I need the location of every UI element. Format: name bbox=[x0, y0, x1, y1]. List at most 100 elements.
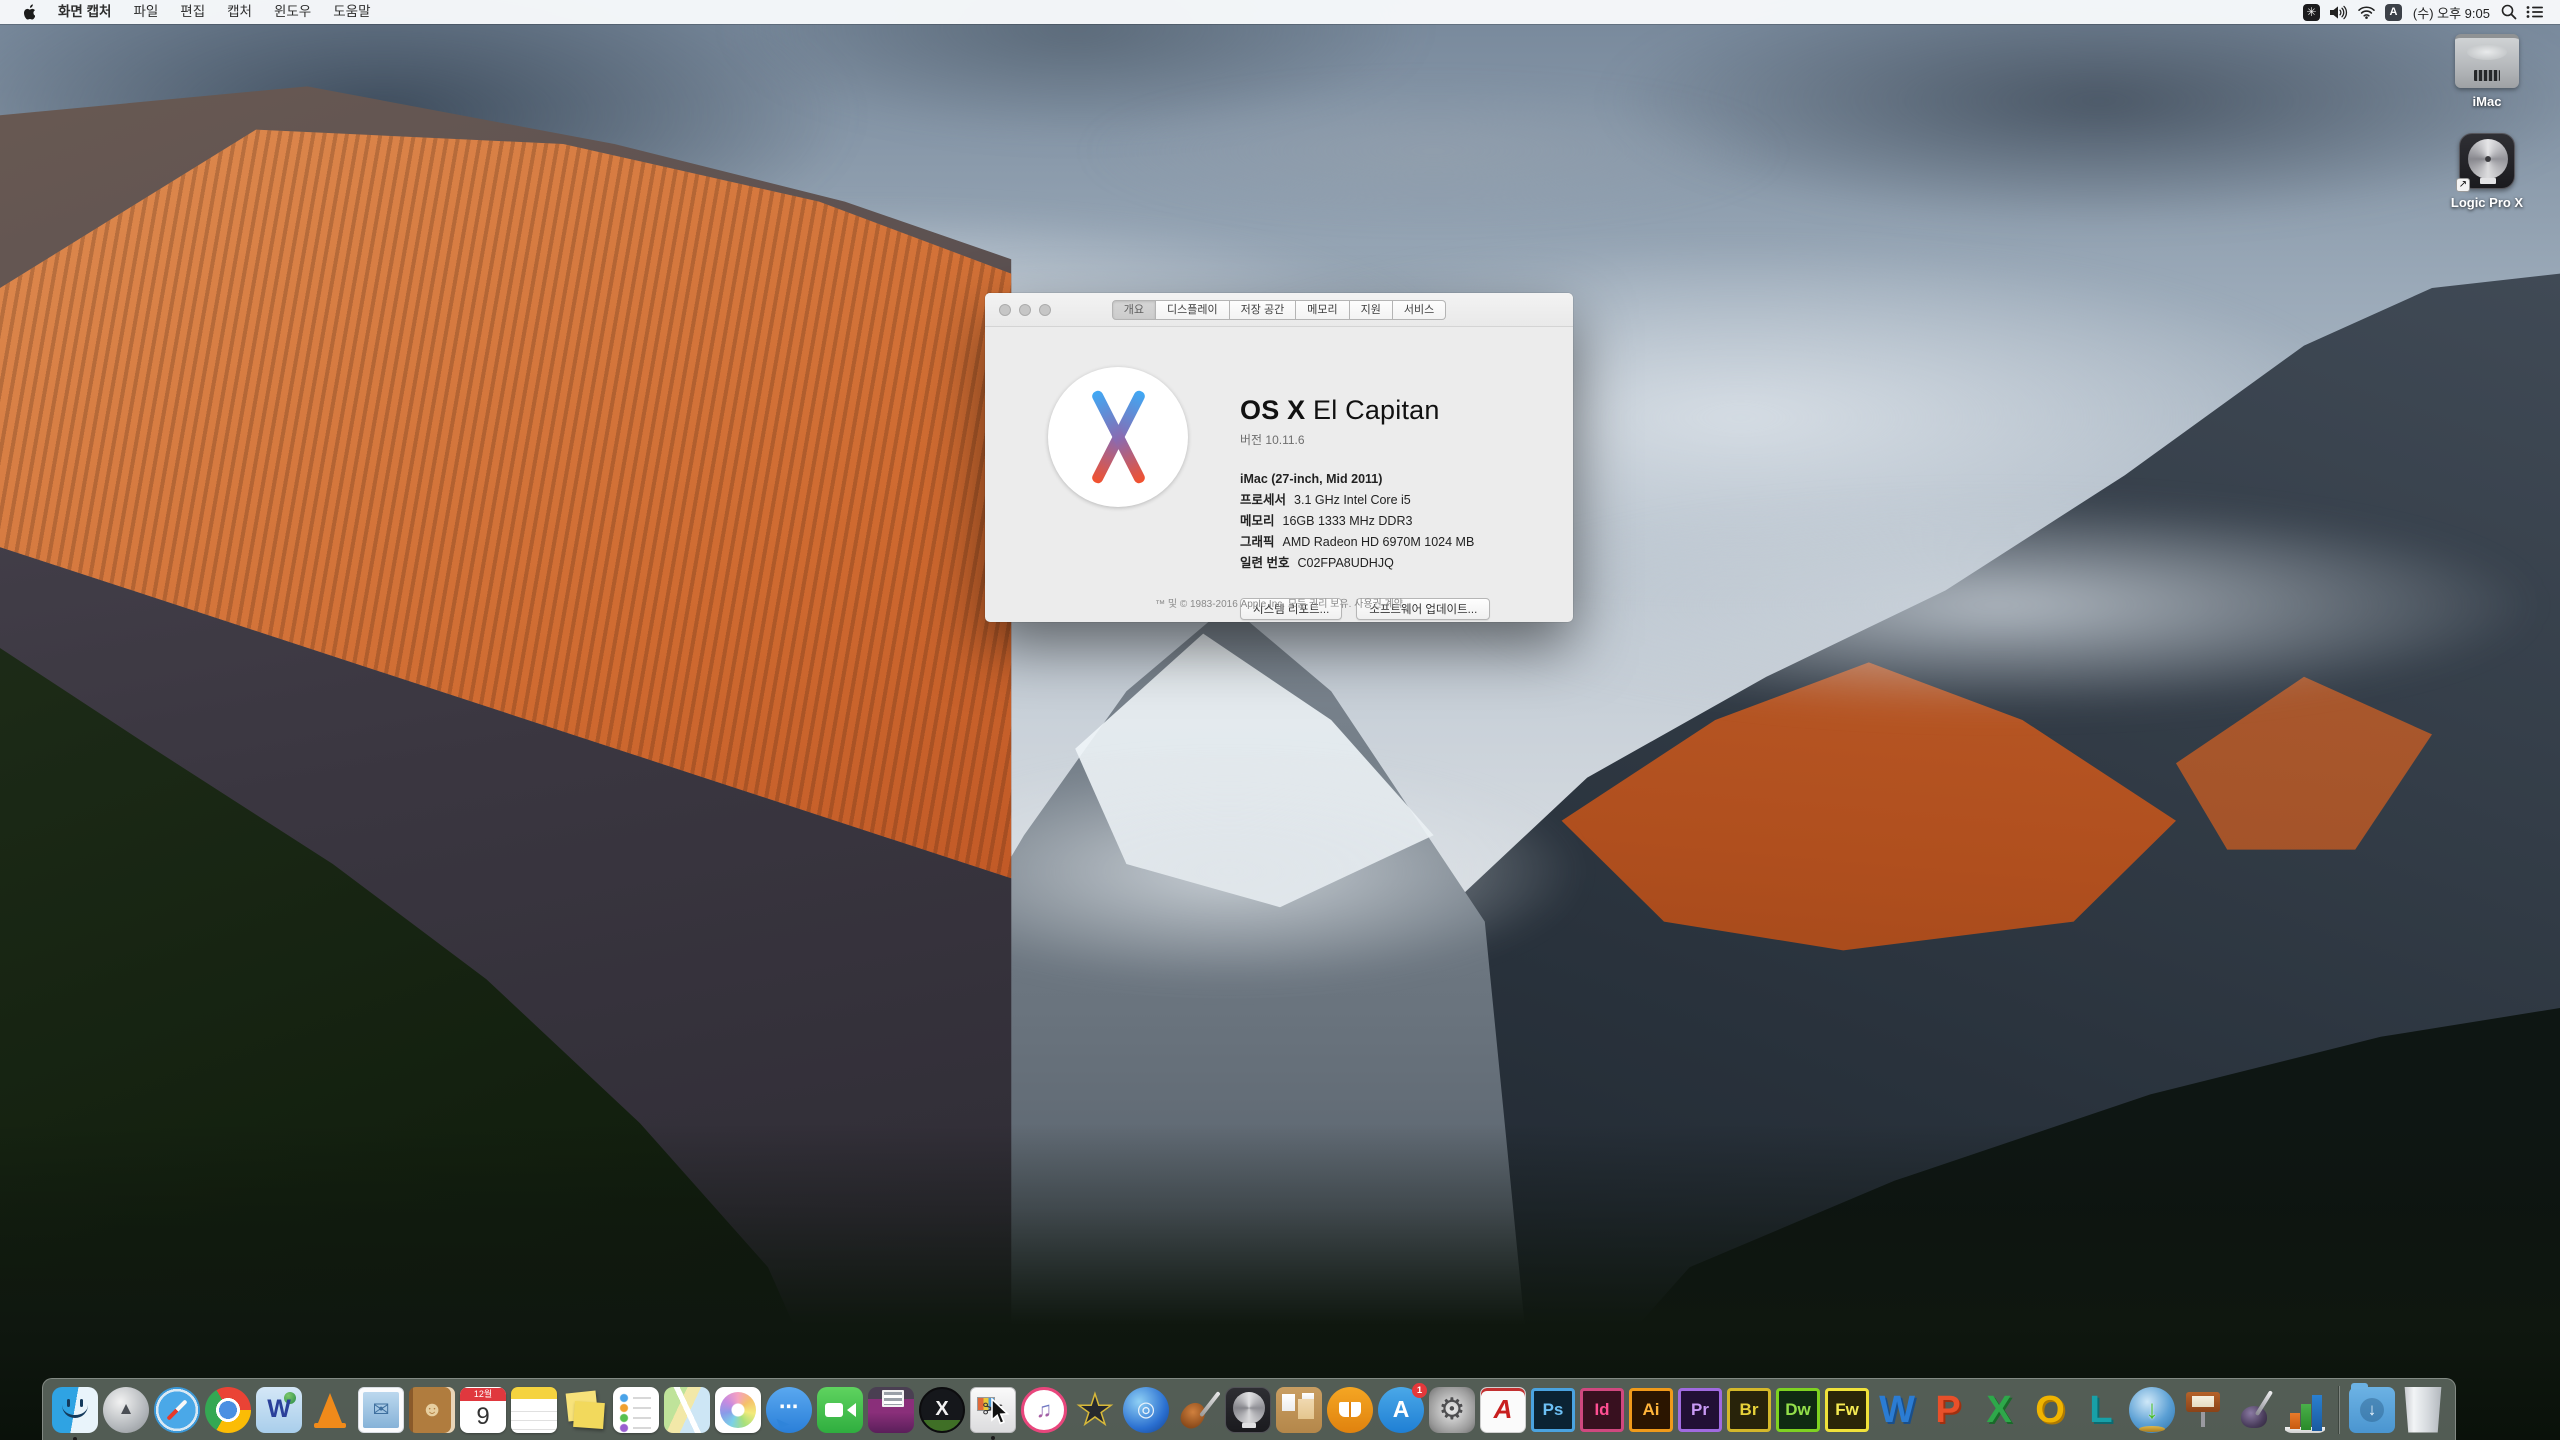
menu-bar-clock[interactable]: (수) 오후 9:05 bbox=[2411, 3, 2492, 22]
dock-trash[interactable] bbox=[2400, 1387, 2446, 1433]
dock-calendar[interactable]: 12월9 bbox=[460, 1387, 506, 1433]
menu-items: 화면 캡처파일편집캡처윈도우도움말 bbox=[47, 0, 382, 24]
notification-center-icon[interactable] bbox=[2526, 0, 2544, 24]
dock-indesign[interactable]: Id bbox=[1580, 1388, 1624, 1432]
running-indicator bbox=[991, 1436, 995, 1440]
dock-webhard[interactable]: W bbox=[256, 1387, 302, 1433]
dock-chrome[interactable] bbox=[205, 1387, 251, 1433]
zoom-button[interactable] bbox=[1039, 304, 1051, 316]
dock-photobooth[interactable] bbox=[868, 1387, 914, 1433]
spec-list: 프로세서3.1 GHz Intel Core i5메모리16GB 1333 MH… bbox=[1240, 490, 1490, 574]
dock-imovie[interactable]: ★ bbox=[1072, 1387, 1118, 1433]
dock-premiere[interactable]: Pr bbox=[1678, 1388, 1722, 1432]
dock-bridge[interactable]: Br bbox=[1727, 1388, 1771, 1432]
dock-appstore[interactable]: A1 bbox=[1378, 1387, 1424, 1433]
dock-keynote[interactable] bbox=[2180, 1387, 2226, 1433]
dock-contacts[interactable]: ☻ bbox=[409, 1387, 455, 1433]
dock-photoshop[interactable]: Ps bbox=[1531, 1388, 1575, 1432]
dock-illustrator[interactable]: Ai bbox=[1629, 1388, 1673, 1432]
spec-label: 프로세서 bbox=[1240, 493, 1286, 507]
window-titlebar[interactable]: 개요디스플레이저장 공간메모리지원서비스 bbox=[985, 293, 1573, 327]
dock-separator bbox=[2338, 1386, 2339, 1434]
illustrator-glyph: Ai bbox=[1643, 1400, 1660, 1420]
dock-pinboard[interactable] bbox=[1276, 1387, 1322, 1433]
menu-5[interactable]: 도움말 bbox=[322, 0, 381, 24]
indesign-glyph: Id bbox=[1594, 1400, 1609, 1420]
menu-2[interactable]: 편집 bbox=[169, 0, 216, 24]
running-indicator bbox=[73, 1437, 77, 1440]
desktop-icons: iMac ↗ Logic Pro X bbox=[2432, 34, 2542, 210]
menu-3[interactable]: 캡처 bbox=[216, 0, 263, 24]
dock-acrobat[interactable]: A bbox=[1480, 1387, 1526, 1433]
close-button[interactable] bbox=[999, 304, 1011, 316]
apple-menu[interactable] bbox=[20, 4, 35, 21]
menu-app-name[interactable]: 화면 캡처 bbox=[47, 0, 122, 24]
contacts-glyph: ☻ bbox=[421, 1398, 443, 1422]
forest-bottom bbox=[0, 0, 2560, 1440]
dock-numbers[interactable] bbox=[2282, 1387, 2328, 1433]
dock-outlook[interactable]: O bbox=[2027, 1387, 2073, 1433]
messages-glyph: ⋯ bbox=[779, 1396, 799, 1419]
el-capitan-logo bbox=[1048, 367, 1188, 507]
dock-dvdplayer[interactable]: ◎ bbox=[1123, 1387, 1169, 1433]
dock-xee[interactable]: X bbox=[919, 1387, 965, 1433]
dreamweaver-glyph: Dw bbox=[1785, 1400, 1811, 1420]
mail-glyph: ✉ bbox=[373, 1397, 390, 1422]
volume-icon[interactable] bbox=[2329, 0, 2348, 24]
dock-itunes[interactable]: ♫ bbox=[1021, 1387, 1067, 1433]
apple-icon bbox=[20, 4, 35, 21]
tab-0[interactable]: 개요 bbox=[1112, 300, 1156, 320]
os-name: OS X bbox=[1240, 395, 1305, 425]
os-version: 버전 10.11.6 bbox=[1240, 431, 1490, 448]
dock-sysprefs[interactable]: ⚙ bbox=[1429, 1387, 1475, 1433]
premiere-glyph: Pr bbox=[1691, 1400, 1709, 1420]
dock-safari[interactable] bbox=[154, 1387, 200, 1433]
tab-4[interactable]: 지원 bbox=[1350, 300, 1393, 320]
minimize-button[interactable] bbox=[1019, 304, 1031, 316]
dock-facetime[interactable] bbox=[817, 1387, 863, 1433]
dock-vlc[interactable] bbox=[307, 1387, 353, 1433]
tab-3[interactable]: 메모리 bbox=[1296, 300, 1349, 320]
dock-pages[interactable] bbox=[2231, 1387, 2277, 1433]
shutter-status-icon[interactable]: ✳ bbox=[2303, 0, 2320, 24]
downloads-glyph: ↓ bbox=[2360, 1398, 2384, 1422]
wifi-icon[interactable] bbox=[2357, 0, 2376, 24]
dock-logicpro[interactable] bbox=[1225, 1387, 1271, 1433]
dock-ibooks[interactable] bbox=[1327, 1387, 1373, 1433]
webhard-glyph: W bbox=[267, 1395, 291, 1424]
tab-5[interactable]: 서비스 bbox=[1393, 300, 1446, 320]
dock-downloads[interactable]: ↓ bbox=[2349, 1387, 2395, 1433]
dock-maps[interactable] bbox=[664, 1387, 710, 1433]
alias-arrow-icon: ↗ bbox=[2456, 178, 2470, 192]
input-source-icon[interactable]: A bbox=[2385, 0, 2402, 24]
menu-4[interactable]: 윈도우 bbox=[263, 0, 322, 24]
dock-stickies[interactable] bbox=[562, 1387, 608, 1433]
spotlight-icon[interactable] bbox=[2501, 0, 2517, 24]
mouse-cursor bbox=[990, 1398, 1012, 1433]
spec-row: 메모리16GB 1333 MHz DDR3 bbox=[1240, 511, 1490, 532]
desktop-icon-logic-pro-x[interactable]: ↗ Logic Pro X bbox=[2432, 133, 2542, 210]
dock-mail[interactable]: ✉ bbox=[358, 1387, 404, 1433]
dock-notes[interactable] bbox=[511, 1387, 557, 1433]
dock-reminders[interactable] bbox=[613, 1387, 659, 1433]
spec-row: 그래픽AMD Radeon HD 6970M 1024 MB bbox=[1240, 532, 1490, 553]
dock-photos[interactable] bbox=[715, 1387, 761, 1433]
dock-messages[interactable]: ⋯ bbox=[766, 1387, 812, 1433]
window-tabs: 개요디스플레이저장 공간메모리지원서비스 bbox=[1112, 300, 1446, 320]
dock-garageband[interactable] bbox=[1174, 1387, 1220, 1433]
tab-2[interactable]: 저장 공간 bbox=[1230, 300, 1297, 320]
dock-fireworks[interactable]: Fw bbox=[1825, 1388, 1869, 1432]
dock-lync[interactable]: L bbox=[2078, 1387, 2124, 1433]
alias-label: Logic Pro X bbox=[2451, 195, 2523, 210]
menu-1[interactable]: 파일 bbox=[122, 0, 169, 24]
dock-launchpad[interactable]: ▲ bbox=[103, 1387, 149, 1433]
dock-excel[interactable]: X bbox=[1976, 1387, 2022, 1433]
desktop-icon-imac-drive[interactable]: iMac bbox=[2432, 34, 2542, 109]
dock-finder[interactable] bbox=[52, 1387, 98, 1433]
dock-word[interactable]: W bbox=[1874, 1387, 1920, 1433]
xee-glyph: X bbox=[935, 1398, 948, 1421]
dock-downloader[interactable]: ↓ bbox=[2129, 1387, 2175, 1433]
dock-dreamweaver[interactable]: Dw bbox=[1776, 1388, 1820, 1432]
dock-powerpoint[interactable]: P bbox=[1925, 1387, 1971, 1433]
tab-1[interactable]: 디스플레이 bbox=[1156, 300, 1230, 320]
